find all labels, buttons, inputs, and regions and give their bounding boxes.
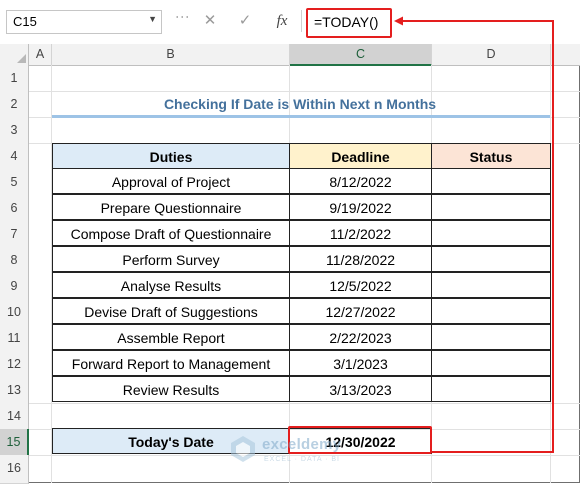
row-header-3[interactable]: 3 (0, 117, 29, 144)
column-header-row: A B C D (0, 44, 580, 66)
column-header-d[interactable]: D (432, 44, 551, 65)
duty-cell[interactable]: Perform Survey (52, 246, 290, 272)
deadline-cell[interactable]: 3/13/2023 (289, 376, 432, 402)
deadline-cell[interactable]: 11/28/2022 (289, 246, 432, 272)
status-cell[interactable] (431, 376, 551, 402)
duty-cell[interactable]: Prepare Questionnaire (52, 194, 290, 220)
column-header-c[interactable]: C (290, 44, 432, 66)
deadline-cell[interactable]: 8/12/2022 (289, 168, 432, 194)
header-status[interactable]: Status (431, 143, 551, 169)
formula-highlight-box (306, 8, 392, 38)
status-cell[interactable] (431, 168, 551, 194)
row-header-9[interactable]: 9 (0, 273, 29, 300)
cancel-icon[interactable]: ✕ (197, 9, 223, 33)
sheet-title[interactable]: Checking If Date is Within Next n Months (50, 91, 550, 117)
gridline (29, 455, 580, 456)
column-header-a[interactable]: A (29, 44, 52, 65)
row-header-16[interactable]: 16 (0, 455, 29, 484)
row-header-10[interactable]: 10 (0, 299, 29, 326)
duty-cell[interactable]: Approval of Project (52, 168, 290, 194)
deadline-cell[interactable]: 12/5/2022 (289, 272, 432, 298)
header-duties[interactable]: Duties (52, 143, 290, 169)
status-cell[interactable] (431, 194, 551, 220)
chevron-down-icon[interactable]: ▼ (148, 14, 157, 24)
header-deadline[interactable]: Deadline (289, 143, 432, 169)
deadline-cell[interactable]: 9/19/2022 (289, 194, 432, 220)
duty-cell[interactable]: Analyse Results (52, 272, 290, 298)
status-cell[interactable] (431, 324, 551, 350)
status-cell[interactable] (431, 298, 551, 324)
row-header-6[interactable]: 6 (0, 195, 29, 222)
status-cell[interactable] (431, 272, 551, 298)
column-header-b[interactable]: B (52, 44, 290, 65)
row-header-5[interactable]: 5 (0, 169, 29, 196)
row-header-12[interactable]: 12 (0, 351, 29, 378)
gridline (29, 403, 580, 404)
enter-icon[interactable]: ✓ (232, 9, 258, 33)
duty-cell[interactable]: Forward Report to Management (52, 350, 290, 376)
status-cell[interactable] (431, 246, 551, 272)
row-header-15[interactable]: 15 (0, 429, 29, 456)
row-header-14[interactable]: 14 (0, 403, 29, 430)
deadline-cell[interactable]: 3/1/2023 (289, 350, 432, 376)
row-header-13[interactable]: 13 (0, 377, 29, 404)
today-label-cell[interactable]: Today's Date (52, 428, 290, 454)
status-cell[interactable] (431, 220, 551, 246)
deadline-cell[interactable]: 2/22/2023 (289, 324, 432, 350)
insert-function-icon[interactable]: fx (269, 9, 295, 33)
deadline-cell[interactable]: 12/27/2022 (289, 298, 432, 324)
row-header-1[interactable]: 1 (0, 65, 29, 92)
row-header-4[interactable]: 4 (0, 143, 29, 170)
select-all-button[interactable] (0, 44, 29, 65)
duty-cell[interactable]: Assemble Report (52, 324, 290, 350)
formula-bar-divider (301, 10, 302, 32)
row-header-8[interactable]: 8 (0, 247, 29, 274)
more-options-icon[interactable]: ⋮ (172, 10, 191, 32)
row-header-2[interactable]: 2 (0, 91, 29, 118)
row-header-11[interactable]: 11 (0, 325, 29, 352)
name-box-value: C15 (13, 14, 37, 29)
duty-cell[interactable]: Review Results (52, 376, 290, 402)
name-box[interactable]: C15 ▼ (6, 10, 162, 34)
duty-cell[interactable]: Devise Draft of Suggestions (52, 298, 290, 324)
formula-bar-area: C15 ▼ ⋮ ✕ ✓ fx =TODAY() (0, 0, 580, 45)
row-header-7[interactable]: 7 (0, 221, 29, 248)
duty-cell[interactable]: Compose Draft of Questionnaire (52, 220, 290, 246)
select-all-triangle-icon (17, 54, 26, 63)
deadline-cell[interactable]: 11/2/2022 (289, 220, 432, 246)
status-cell[interactable] (431, 350, 551, 376)
title-underline (52, 115, 550, 118)
active-cell-highlight-box (288, 426, 432, 454)
